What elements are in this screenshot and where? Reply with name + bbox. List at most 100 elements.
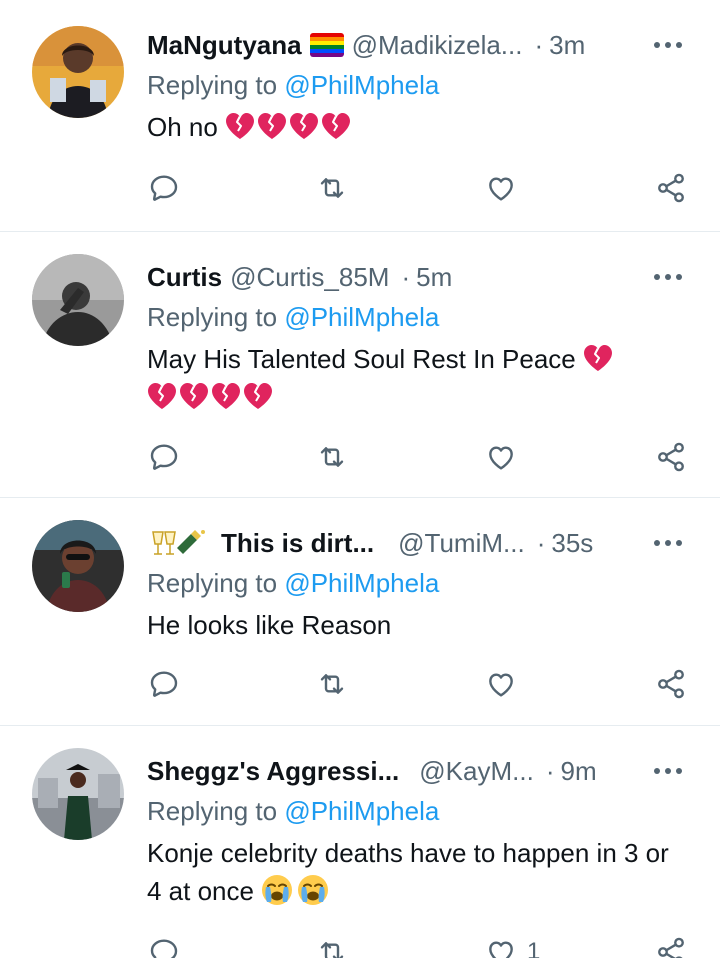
tweet-text-content: Oh no — [147, 112, 218, 142]
like-button[interactable] — [485, 168, 527, 208]
tweet-text: Konje celebrity deaths have to happen in… — [147, 834, 687, 910]
tweet-text-content: Konje celebrity deaths have to happen in… — [147, 838, 669, 906]
more-icon[interactable] — [650, 262, 686, 292]
display-name[interactable]: Sheggz's Aggressi... — [147, 756, 399, 787]
avatar-image — [32, 26, 124, 118]
more-icon[interactable] — [650, 528, 686, 558]
retweet-button[interactable] — [316, 437, 348, 477]
loudly-crying-face-icon — [261, 874, 293, 906]
like-icon — [485, 172, 517, 204]
separator: · — [534, 29, 544, 60]
reply-button[interactable] — [148, 664, 180, 704]
share-button[interactable] — [655, 437, 687, 477]
like-count: 1 — [527, 938, 541, 958]
replying-to: Replying to @PhilMphela — [147, 796, 439, 827]
share-icon — [655, 936, 687, 958]
broken-heart-icon — [583, 344, 613, 372]
user-handle[interactable]: @Curtis_85M — [230, 262, 389, 293]
avatar[interactable] — [32, 26, 124, 118]
mention-link[interactable]: @PhilMphela — [284, 70, 439, 100]
tweet[interactable]: Sheggz's Aggressi... @KayM... · 9m Reply… — [0, 726, 720, 958]
broken-heart-icon — [289, 112, 319, 140]
user-handle[interactable]: @KayM... — [419, 756, 534, 787]
retweet-button[interactable] — [316, 168, 348, 208]
avatar[interactable] — [32, 254, 124, 346]
loudly-crying-face-icon — [297, 874, 329, 906]
display-name[interactable]: This is dirt... — [221, 528, 374, 559]
tweet-text-content: He looks like Reason — [147, 610, 392, 640]
retweet-icon — [316, 172, 348, 204]
share-icon — [655, 441, 687, 473]
broken-heart-icon — [321, 112, 351, 140]
tweet-text: He looks like Reason — [147, 606, 687, 644]
more-icon[interactable] — [650, 756, 686, 786]
timestamp[interactable]: 5m — [416, 262, 452, 293]
replying-to-label: Replying to — [147, 796, 278, 826]
reply-icon — [148, 441, 180, 473]
timestamp[interactable]: 35s — [551, 528, 593, 559]
broken-heart-icon — [211, 382, 241, 410]
display-name[interactable]: Curtis — [147, 262, 222, 293]
share-button[interactable] — [655, 168, 687, 208]
like-icon — [485, 441, 517, 473]
retweet-icon — [316, 668, 348, 700]
broken-heart-icon — [225, 112, 255, 140]
separator: · — [536, 527, 546, 558]
timestamp[interactable]: 3m — [549, 30, 585, 61]
replying-to: Replying to @PhilMphela — [147, 568, 439, 599]
broken-heart-icon — [179, 382, 209, 410]
clinking-glasses-icon — [152, 530, 205, 555]
share-icon — [655, 172, 687, 204]
timestamp[interactable]: 9m — [560, 756, 596, 787]
tweet-text: May His Talented Soul Rest In Peace — [147, 340, 687, 416]
tweet[interactable]: MaNgutyana @Madikizela... · 3m Replying … — [0, 0, 720, 232]
tweet[interactable]: This is dirt... @TumiM... · 35s Replying… — [0, 498, 720, 726]
more-icon[interactable] — [650, 30, 686, 60]
share-icon — [655, 668, 687, 700]
user-handle[interactable]: @TumiM... — [398, 528, 525, 559]
like-button[interactable] — [485, 437, 527, 477]
display-name[interactable]: MaNgutyana — [147, 30, 302, 61]
tweet-actions: 1 — [0, 932, 720, 958]
reply-icon — [148, 936, 180, 958]
mention-link[interactable]: @PhilMphela — [284, 796, 439, 826]
replying-to: Replying to @PhilMphela — [147, 70, 439, 101]
tweet-actions — [0, 437, 720, 477]
mention-link[interactable]: @PhilMphela — [284, 302, 439, 332]
tweet[interactable]: Curtis @Curtis_85M · 5m Replying to @Phi… — [0, 232, 720, 498]
reply-icon — [148, 668, 180, 700]
replying-to: Replying to @PhilMphela — [147, 302, 439, 333]
like-icon — [485, 668, 517, 700]
retweet-button[interactable] — [316, 932, 348, 958]
retweet-icon — [316, 441, 348, 473]
reply-button[interactable] — [148, 932, 180, 958]
retweet-icon — [316, 936, 348, 958]
avatar[interactable] — [32, 748, 124, 840]
avatar-image — [32, 748, 124, 840]
share-button[interactable] — [655, 664, 687, 704]
broken-heart-icon — [243, 382, 273, 410]
reply-icon — [148, 172, 180, 204]
mention-link[interactable]: @PhilMphela — [284, 568, 439, 598]
broken-heart-icon — [257, 112, 287, 140]
reply-button[interactable] — [148, 437, 180, 477]
avatar-image — [32, 520, 124, 612]
like-icon — [485, 936, 517, 958]
replying-to-label: Replying to — [147, 302, 278, 332]
avatar[interactable] — [32, 520, 124, 612]
tweet-actions — [0, 168, 720, 208]
reply-button[interactable] — [148, 168, 180, 208]
replying-to-label: Replying to — [147, 568, 278, 598]
replying-to-label: Replying to — [147, 70, 278, 100]
separator: · — [401, 261, 411, 292]
like-button[interactable] — [485, 664, 527, 704]
tweet-text: Oh no — [147, 108, 687, 146]
retweet-button[interactable] — [316, 664, 348, 704]
share-button[interactable] — [655, 932, 687, 958]
like-button[interactable]: 1 — [485, 932, 540, 958]
rainbow-flag-icon — [309, 33, 344, 57]
user-handle[interactable]: @Madikizela... — [352, 30, 523, 61]
avatar-image — [32, 254, 124, 346]
tweet-text-content: May His Talented Soul Rest In Peace — [147, 344, 576, 374]
broken-heart-icon — [147, 382, 177, 410]
